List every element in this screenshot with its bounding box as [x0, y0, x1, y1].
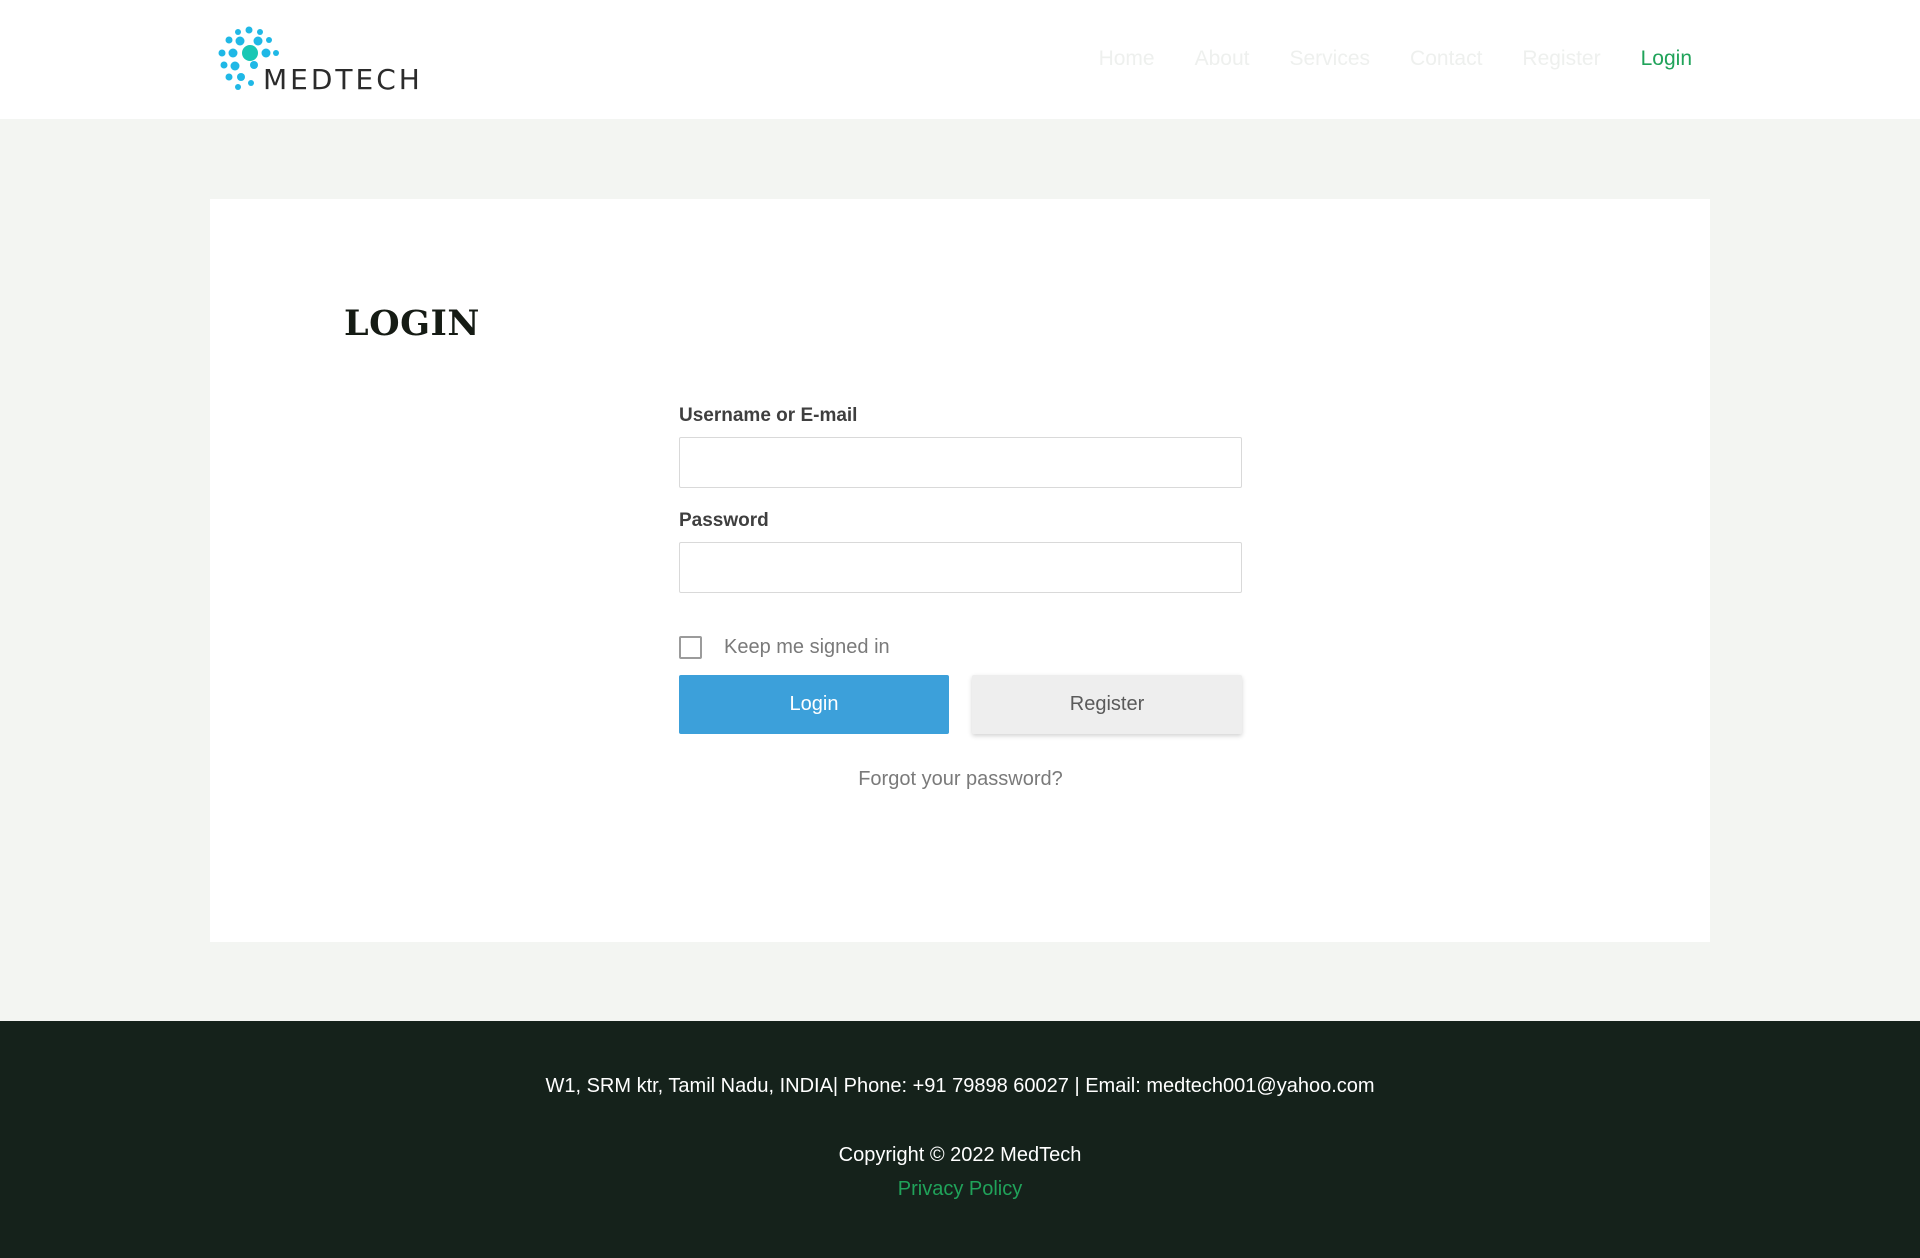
username-label: Username or E-mail — [679, 405, 858, 426]
forgot-password-link[interactable]: Forgot your password? — [679, 768, 1242, 791]
nav-login[interactable]: Login — [1641, 44, 1692, 74]
nav-services[interactable]: Services — [1290, 44, 1371, 74]
nav-about[interactable]: About — [1195, 44, 1250, 74]
register-button[interactable]: Register — [972, 675, 1242, 734]
form-buttons: Login Register — [679, 675, 1242, 734]
nav-contact[interactable]: Contact — [1410, 44, 1482, 74]
nav-register[interactable]: Register — [1522, 44, 1600, 74]
page-title: LOGIN — [344, 303, 480, 344]
login-card: LOGIN Username or E-mail Password Keep m… — [210, 199, 1710, 942]
footer-contact-info: W1, SRM ktr, Tamil Nadu, INDIA| Phone: +… — [545, 1075, 1375, 1097]
username-input[interactable] — [679, 437, 1242, 488]
keep-signed-in-checkbox[interactable] — [679, 635, 702, 659]
login-form: Username or E-mail Password Keep me sign… — [679, 402, 1242, 791]
privacy-policy-link[interactable]: Privacy Policy — [0, 1178, 1920, 1201]
site-footer: W1, SRM ktr, Tamil Nadu, INDIA| Phone: +… — [0, 1021, 1920, 1258]
keep-signed-in-label[interactable]: Keep me signed in — [724, 636, 890, 659]
main-nav: Home About Services Contact Register Log… — [1099, 44, 1692, 74]
password-label: Password — [679, 510, 769, 531]
keep-signed-in-row: Keep me signed in — [679, 634, 1242, 660]
nav-home[interactable]: Home — [1099, 44, 1155, 74]
login-button[interactable]: Login — [679, 675, 949, 734]
footer-copyright: Copyright © 2022 MedTech — [838, 1144, 1082, 1166]
brand-name: MEDTECH — [263, 63, 423, 96]
password-input[interactable] — [679, 542, 1242, 593]
site-header: MEDTECH Home About Services Contact Regi… — [0, 0, 1920, 119]
